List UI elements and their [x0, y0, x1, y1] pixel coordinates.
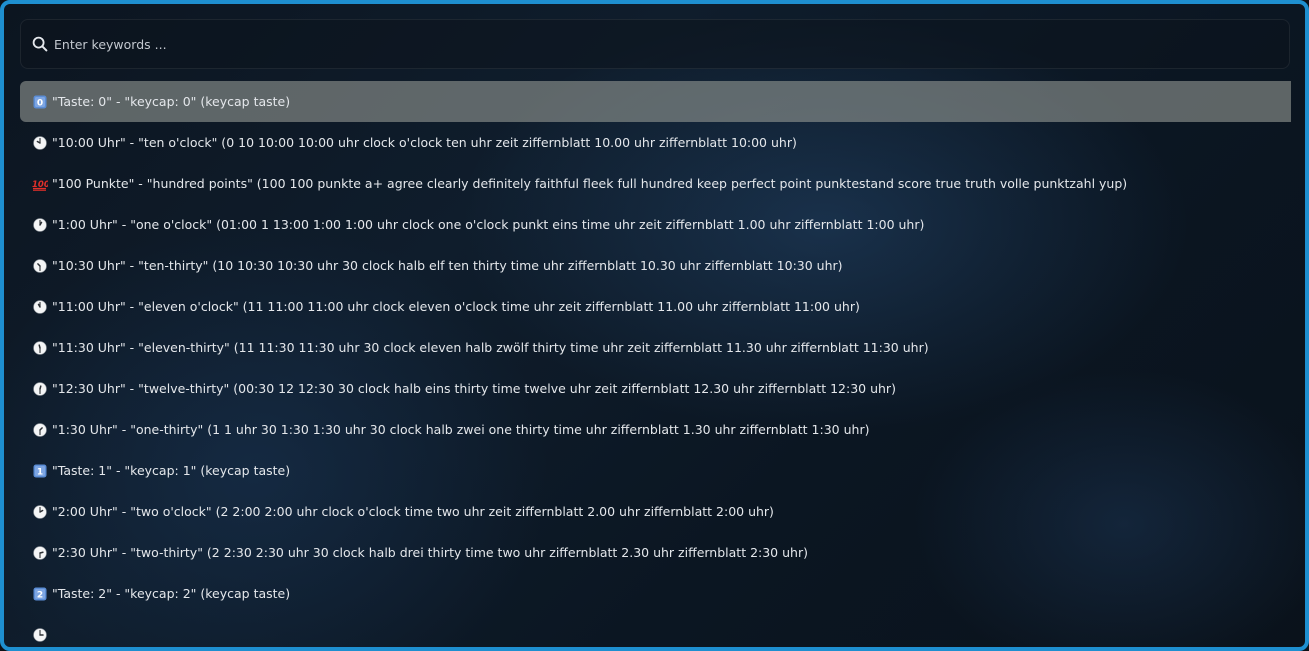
result-label: "11:30 Uhr" - "eleven-thirty" (11 11:30 … [52, 340, 929, 355]
result-row[interactable]: "11:30 Uhr" - "eleven-thirty" (11 11:30 … [20, 327, 1291, 368]
result-label: "100 Punkte" - "hundred points" (100 100… [52, 176, 1128, 191]
clock-twelve-thirty-icon [32, 381, 48, 397]
keycap-1-icon: 1 [32, 463, 48, 479]
result-label: "Taste: 1" - "keycap: 1" (keycap taste) [52, 463, 291, 478]
result-row[interactable]: "10:30 Uhr" - "ten-thirty" (10 10:30 10:… [20, 245, 1291, 286]
clock-eleven-oclock-icon [32, 299, 48, 315]
result-label: "2:30 Uhr" - "two-thirty" (2 2:30 2:30 u… [52, 545, 808, 560]
result-label: "2:00 Uhr" - "two o'clock" (2 2:00 2:00 … [52, 504, 774, 519]
clock-ten-oclock-icon [32, 135, 48, 151]
result-label: "1:00 Uhr" - "one o'clock" (01:00 1 13:0… [52, 217, 925, 232]
search-bar[interactable] [20, 19, 1290, 69]
clock-one-thirty-icon [32, 422, 48, 438]
result-row[interactable]: "12:30 Uhr" - "twelve-thirty" (00:30 12 … [20, 368, 1291, 409]
results-list: 0 "Taste: 0" - "keycap: 0" (keycap taste)… [20, 81, 1291, 647]
clock-one-oclock-icon [32, 217, 48, 233]
result-label: "Taste: 2" - "keycap: 2" (keycap taste) [52, 586, 291, 601]
result-row[interactable]: "10:00 Uhr" - "ten o'clock" (0 10 10:00 … [20, 122, 1291, 163]
result-label: "10:30 Uhr" - "ten-thirty" (10 10:30 10:… [52, 258, 843, 273]
svg-text:1: 1 [37, 467, 43, 477]
svg-text:2: 2 [37, 590, 43, 600]
clock-eleven-thirty-icon [32, 340, 48, 356]
clock-ten-thirty-icon [32, 258, 48, 274]
result-label: "10:00 Uhr" - "ten o'clock" (0 10 10:00 … [52, 135, 797, 150]
clock-two-oclock-icon [32, 504, 48, 520]
clock-icon [32, 627, 48, 643]
keycap-2-icon: 2 [32, 586, 48, 602]
svg-text:0: 0 [37, 98, 43, 108]
result-label: "11:00 Uhr" - "eleven o'clock" (11 11:00… [52, 299, 860, 314]
result-label: "12:30 Uhr" - "twelve-thirty" (00:30 12 … [52, 381, 896, 396]
result-row[interactable]: 100 "100 Punkte" - "hundred points" (100 … [20, 163, 1291, 204]
result-row[interactable]: 1 "Taste: 1" - "keycap: 1" (keycap taste) [20, 450, 1291, 491]
result-row[interactable]: "1:30 Uhr" - "one-thirty" (1 1 uhr 30 1:… [20, 409, 1291, 450]
search-input[interactable] [54, 24, 1289, 64]
search-icon [31, 35, 49, 53]
result-row[interactable]: "2:30 Uhr" - "two-thirty" (2 2:30 2:30 u… [20, 532, 1291, 573]
result-row[interactable]: 2 "Taste: 2" - "keycap: 2" (keycap taste) [20, 573, 1291, 614]
clock-two-thirty-icon [32, 545, 48, 561]
hundred-points-icon: 100 [32, 176, 48, 192]
result-row[interactable] [20, 614, 1291, 647]
result-row[interactable]: "2:00 Uhr" - "two o'clock" (2 2:00 2:00 … [20, 491, 1291, 532]
result-label: "Taste: 0" - "keycap: 0" (keycap taste) [52, 94, 291, 109]
result-row[interactable]: "1:00 Uhr" - "one o'clock" (01:00 1 13:0… [20, 204, 1291, 245]
result-row[interactable]: 0 "Taste: 0" - "keycap: 0" (keycap taste) [20, 81, 1291, 122]
result-label: "1:30 Uhr" - "one-thirty" (1 1 uhr 30 1:… [52, 422, 870, 437]
keycap-0-icon: 0 [32, 94, 48, 110]
result-row[interactable]: "11:00 Uhr" - "eleven o'clock" (11 11:00… [20, 286, 1291, 327]
emoji-picker-window: 0 "Taste: 0" - "keycap: 0" (keycap taste)… [0, 0, 1309, 651]
